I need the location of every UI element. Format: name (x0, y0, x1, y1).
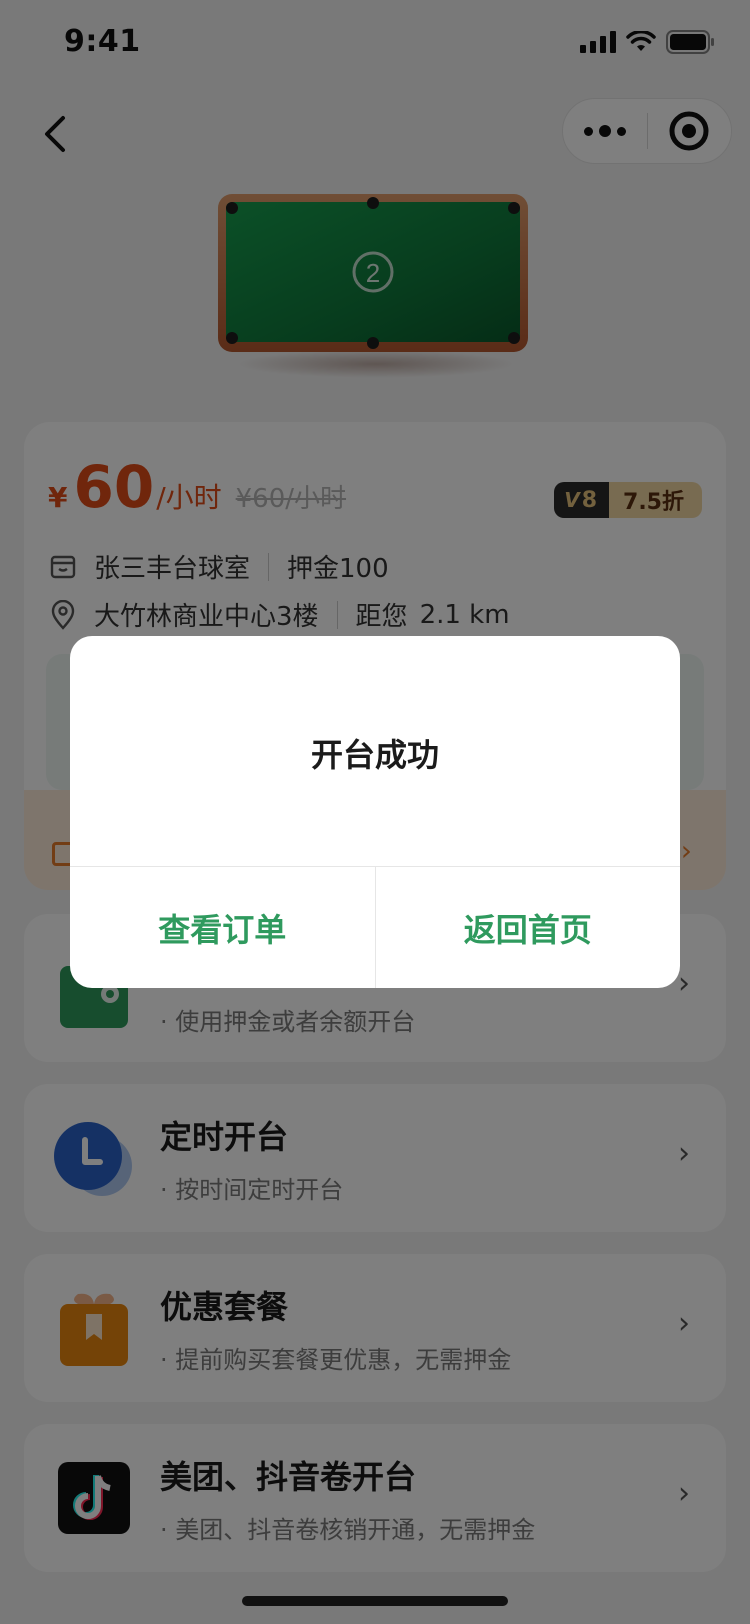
home-indicator (242, 1596, 508, 1606)
dialog-title: 开台成功 (310, 736, 439, 774)
back-home-button[interactable]: 返回首页 (374, 867, 681, 988)
view-order-button[interactable]: 查看订单 (70, 867, 375, 988)
page: 9:41 (0, 0, 750, 1624)
dialog-actions: 查看订单 返回首页 (70, 866, 680, 988)
success-dialog: 开台成功 查看订单 返回首页 (70, 636, 680, 988)
